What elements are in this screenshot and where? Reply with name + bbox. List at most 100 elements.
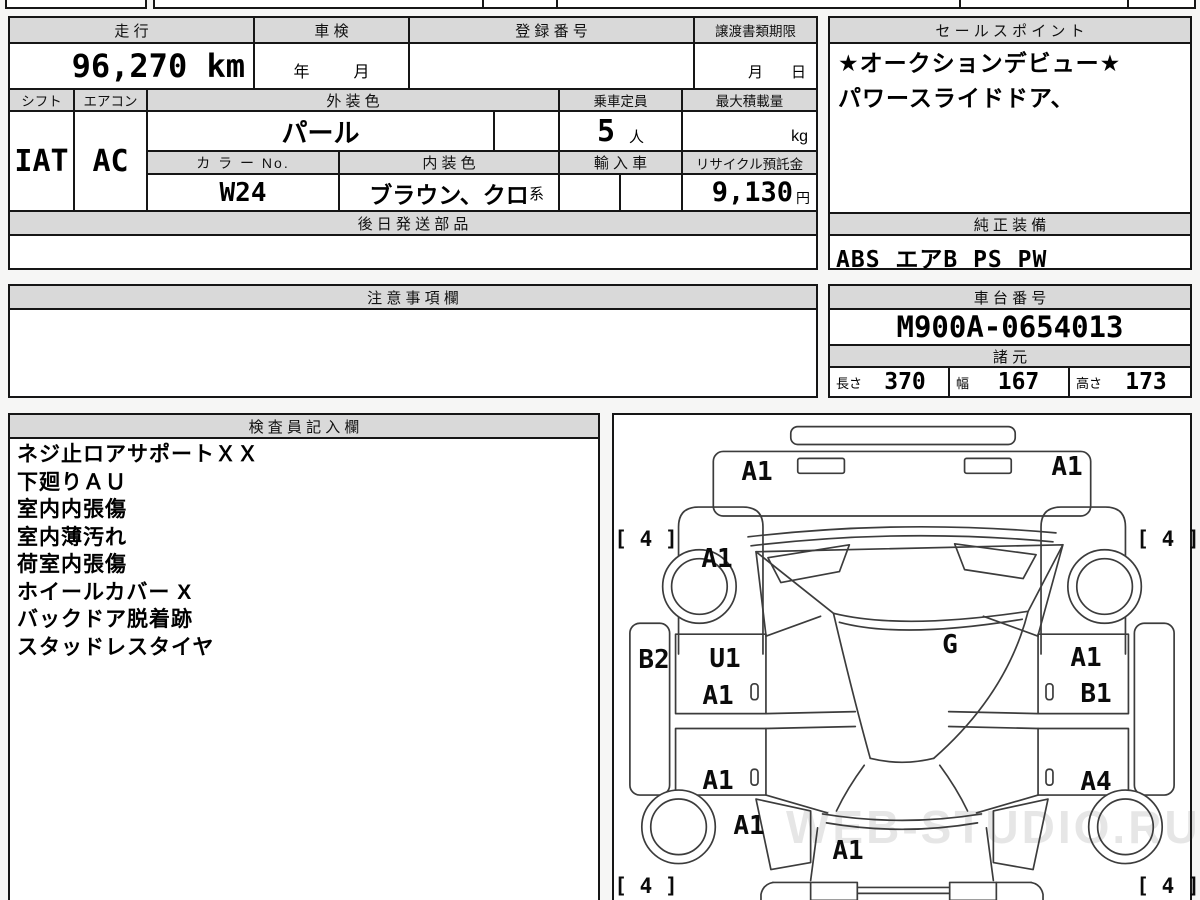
windshield xyxy=(755,543,1064,623)
damage-mark-front-door-right-upper: A1 xyxy=(1070,643,1102,673)
caution-header: 注 意 事 項 欄 xyxy=(10,286,816,310)
damage-mark-front-door-right: B1 xyxy=(1080,679,1112,709)
inspection-year-label: 年 xyxy=(293,64,310,81)
interior-color-value: ブラウン、クロ 系 xyxy=(340,175,560,212)
registration-header: 登 録 番 号 xyxy=(410,18,695,44)
damage-mark-front-door-left-upper: U1 xyxy=(709,644,741,674)
damage-mark-roof: G xyxy=(942,630,958,660)
exterior-color-extra-cell xyxy=(495,112,560,152)
chassis-value: M900A-0654013 xyxy=(830,310,1190,346)
exterior-color-header: 外 装 色 xyxy=(148,90,560,112)
capacity-header: 乗車定員 xyxy=(560,90,683,112)
sales-point-line: パワースライドドア、 xyxy=(838,85,1075,111)
front-grille-strip xyxy=(789,425,1017,446)
equipment-value: ABS エアB PS PW xyxy=(836,247,1048,273)
tail-light-left xyxy=(809,881,859,900)
sales-point-box: セ ー ル ス ポ イ ン ト ★オークションデビュー★ パワースライドドア、 … xyxy=(828,16,1192,273)
recycle-deposit-value: 9,130 円 xyxy=(683,175,816,212)
door-handle xyxy=(1045,682,1054,701)
spec-width-cell: 幅 167 xyxy=(950,368,1070,396)
capacity-number: 5 xyxy=(596,113,616,149)
damage-mark-front-fender-left: A1 xyxy=(701,544,733,574)
inspector-line: 下廻りＡＵ xyxy=(17,470,127,494)
shift-header: シフト xyxy=(10,90,75,112)
damage-mark-rocker-left: B2 xyxy=(638,645,670,675)
capacity-value: 5 人 xyxy=(560,112,683,152)
spec-height-cell: 高さ 173 xyxy=(1070,368,1190,396)
inspector-line: バックドア脱着跡 xyxy=(17,608,193,631)
tire-grade-front-left: [ 4 ] xyxy=(614,527,678,551)
recycle-amount: 9,130 xyxy=(711,177,793,208)
recycle-deposit-header: リサイクル預託金 xyxy=(683,152,816,175)
inspector-line: 室内薄汚れ xyxy=(17,525,127,549)
spec-length-value: 370 xyxy=(884,369,926,395)
rocker-right xyxy=(1133,622,1175,796)
payload-header: 最大積載量 xyxy=(683,90,816,112)
door-handle xyxy=(1045,768,1054,786)
door-handle xyxy=(750,768,759,786)
recycle-unit: 円 xyxy=(796,189,810,206)
inspector-line: ネジ止ロアサポートＸＸ xyxy=(17,443,259,466)
registration-value xyxy=(410,44,695,90)
cutoff-row-right xyxy=(153,0,1196,9)
tail-light-right xyxy=(948,881,998,900)
damage-diagram-box: WEB-STUDIO.RU A1 A1 A1 B2 U1 A1 G A1 B1 … xyxy=(612,413,1200,900)
spec-width-value: 167 xyxy=(997,369,1040,395)
transfer-deadline-header: 譲渡書類期限 xyxy=(695,18,816,44)
cutoff-divider xyxy=(556,0,558,7)
inspector-line: 室内内張傷 xyxy=(17,498,127,521)
inspection-value: 年 月 xyxy=(255,44,410,90)
inspector-box: 検 査 員 記 入 欄 ネジ止ロアサポートＸＸ 下廻りＡＵ 室内内張傷 室内薄汚… xyxy=(8,413,600,900)
aircon-header: エアコン xyxy=(75,90,148,112)
inspection-month-label: 月 xyxy=(353,64,370,81)
payload-unit: kg xyxy=(791,128,808,145)
door-handle xyxy=(750,682,759,701)
import-cell-1 xyxy=(560,175,621,212)
inspector-line: ホイールカバー X xyxy=(17,580,193,604)
auction-sheet: 走 行 車 検 登 録 番 号 譲渡書類期限 96,270 km 年 月 月 日… xyxy=(0,0,1200,900)
info-table: 走 行 車 検 登 録 番 号 譲渡書類期限 96,270 km 年 月 月 日… xyxy=(8,16,818,270)
aircon-value: AC xyxy=(75,112,148,212)
interior-color-suffix: 系 xyxy=(528,186,544,203)
exterior-color-value: パール xyxy=(148,112,495,152)
inspector-header: 検 査 員 記 入 欄 xyxy=(10,415,598,439)
spec-height-value: 173 xyxy=(1125,369,1167,395)
cutoff-divider xyxy=(1127,0,1129,7)
damage-mark-rear-door-left: A1 xyxy=(702,766,734,796)
sales-point-line: ★オークションデビュー★ xyxy=(838,50,1122,76)
capacity-unit: 人 xyxy=(629,128,645,146)
transfer-month-label: 月 xyxy=(747,64,763,81)
mileage-header: 走 行 xyxy=(10,18,255,44)
damage-mark-front-door-left: A1 xyxy=(702,681,734,711)
cutoff-divider xyxy=(482,0,484,7)
spec-height-label: 高さ xyxy=(1076,375,1103,391)
import-header: 輸 入 車 xyxy=(560,152,683,175)
mileage-value: 96,270 km xyxy=(10,44,255,90)
damage-mark-rear-door-right: A4 xyxy=(1080,767,1112,797)
tire-grade-rear-right: [ 4 ] xyxy=(1136,874,1200,898)
cutoff-divider xyxy=(959,0,961,7)
damage-mark-rear-quarter-left: A1 xyxy=(733,811,765,841)
tire-grade-rear-left: [ 4 ] xyxy=(614,874,678,898)
sales-point-body: ★オークションデビュー★ パワースライドドア、 xyxy=(830,46,1190,116)
cutoff-row-left xyxy=(5,0,147,9)
tire-grade-front-right: [ 4 ] xyxy=(1136,527,1200,551)
inspector-line: スタッドレスタイヤ xyxy=(17,635,215,659)
damage-mark-front-bumper-left: A1 xyxy=(741,457,773,487)
color-no-value: W24 xyxy=(148,175,340,212)
damage-mark-rear-hatch: A1 xyxy=(832,836,864,866)
inspection-header: 車 検 xyxy=(255,18,410,44)
damage-mark-front-bumper-right: A1 xyxy=(1051,452,1083,482)
inspector-body: ネジ止ロアサポートＸＸ 下廻りＡＵ 室内内張傷 室内薄汚れ 荷室内張傷 ホイール… xyxy=(10,441,598,661)
specs-header: 諸 元 xyxy=(830,346,1190,368)
interior-color-text: ブラウン、クロ xyxy=(369,182,529,209)
sales-point-header: セ ー ル ス ポ イ ン ト xyxy=(830,18,1190,44)
spec-length-label: 長さ xyxy=(836,375,863,391)
payload-value: kg xyxy=(683,112,816,152)
later-parts-header: 後 日 発 送 部 品 xyxy=(10,212,816,236)
chassis-header: 車 台 番 号 xyxy=(830,286,1190,310)
color-no-header: カ ラ ー No. xyxy=(148,152,340,175)
equipment-header: 純 正 装 備 xyxy=(830,212,1190,236)
inspector-line: 荷室内張傷 xyxy=(17,553,127,576)
spec-width-label: 幅 xyxy=(956,375,970,391)
